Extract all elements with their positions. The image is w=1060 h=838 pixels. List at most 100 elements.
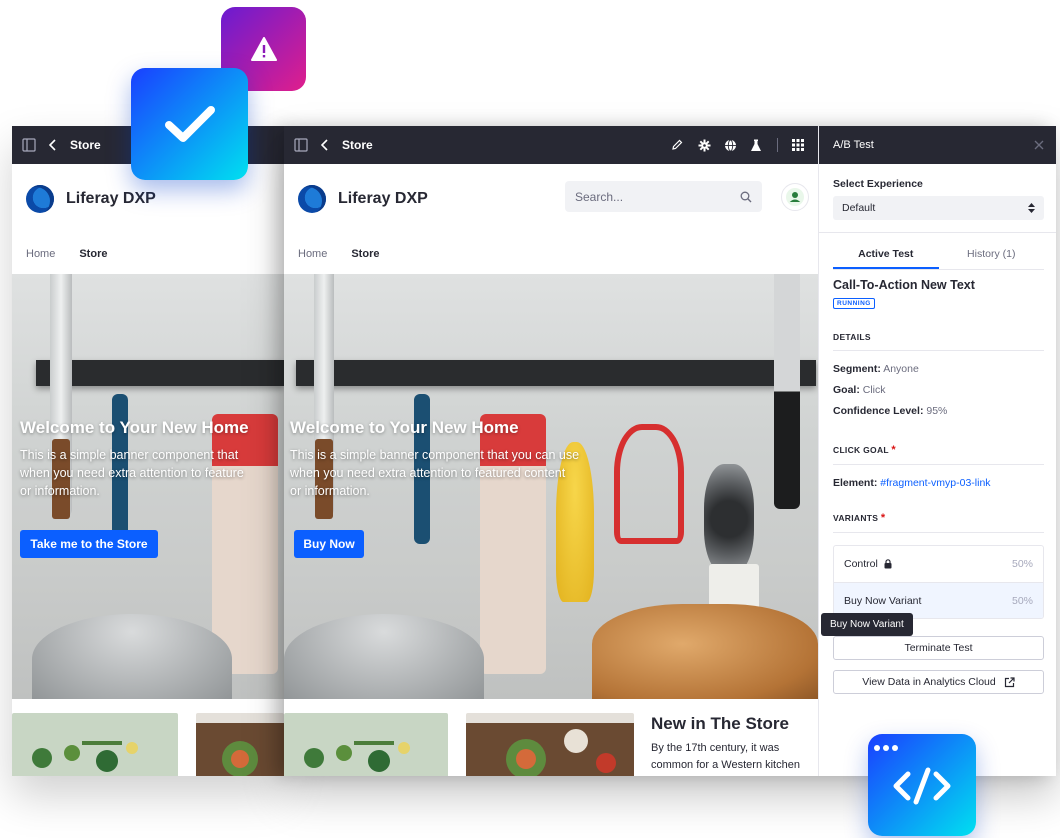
experience-select[interactable]: Default (833, 196, 1044, 220)
required-mark: * (880, 512, 886, 524)
variants-caption-text: VARIANTS (833, 513, 879, 523)
status-badge: RUNNING (833, 298, 875, 309)
experience-section: Select Experience Default (833, 178, 1044, 220)
code-badge (868, 734, 976, 836)
experience-select-value: Default (842, 202, 876, 214)
nav-store[interactable]: Store (351, 248, 379, 260)
right-nav: Home Store (298, 234, 403, 274)
check-icon (164, 106, 215, 142)
bowl-image (32, 614, 232, 699)
left-cards (12, 699, 284, 776)
details-section: DETAILS Segment: Anyone Goal: Click Conf… (833, 332, 1044, 422)
back-chevron-icon[interactable] (46, 139, 60, 151)
variant-control[interactable]: Control 50% (834, 546, 1043, 582)
bowl-image (284, 614, 484, 699)
terminate-test-button[interactable]: Terminate Test (833, 636, 1044, 660)
detail-row: Confidence Level: 95% (833, 401, 1044, 422)
variant-percentage: 50% (1011, 558, 1033, 570)
click-goal-section: CLICK GOAL * Element: #fragment-vmyp-03-… (833, 444, 1044, 494)
store-text: By the 17th century, it was common for a… (651, 740, 826, 774)
right-topbar: Store (284, 126, 818, 164)
hero-text: This is a simple banner component that y… (290, 446, 650, 500)
gear-icon[interactable] (691, 139, 717, 152)
sidebar-toggle-icon[interactable] (12, 138, 46, 152)
detail-row: Goal: Click (833, 380, 1044, 401)
warning-icon (250, 37, 277, 61)
view-data-button[interactable]: View Data in Analytics Cloud (833, 670, 1044, 694)
panel-tabs: Active Test History (1) (833, 240, 1044, 270)
stage: Store Liferay DXP Home Store Welcome to … (0, 0, 1060, 838)
view-data-label: View Data in Analytics Cloud (862, 676, 996, 688)
knife-rail (296, 360, 816, 386)
back-chevron-icon[interactable] (318, 139, 332, 151)
panel-header: A/B Test (819, 126, 1056, 164)
ab-test-panel: A/B Test Select Experience Default Activ… (818, 126, 1056, 776)
variant-name-wrap: Control (844, 558, 892, 570)
details-list: Segment: Anyone Goal: Click Confidence L… (833, 359, 1044, 422)
sidebar-toggle-icon[interactable] (284, 138, 318, 152)
element-key: Element: (833, 477, 878, 489)
flask-icon[interactable] (743, 139, 769, 152)
nav-store[interactable]: Store (79, 248, 107, 260)
left-window: Store Liferay DXP Home Store Welcome to … (12, 126, 284, 776)
store-heading: New in The Store (651, 714, 789, 733)
take-me-to-store-button[interactable]: Take me to the Store (20, 530, 158, 558)
element-row: Element: #fragment-vmyp-03-link (833, 473, 1044, 494)
topbar-divider (777, 138, 778, 152)
vegetables-image (284, 713, 448, 776)
left-nav: Home Store (26, 234, 131, 274)
detail-value: 95% (926, 405, 948, 417)
lock-icon (884, 559, 892, 569)
variant-name: Control (844, 558, 878, 570)
code-icon (874, 745, 951, 805)
hero-text-line: when you need extra attention to feature (20, 466, 244, 480)
details-caption: DETAILS (833, 332, 1044, 351)
search-icon[interactable] (740, 191, 752, 203)
check-badge (131, 68, 248, 180)
required-mark: * (891, 444, 896, 456)
test-summary: Call-To-Action New Text RUNNING (833, 278, 1044, 310)
hero-text-line: This is a simple banner component that y… (290, 448, 580, 462)
left-hero: Welcome to Your New Home This is a simpl… (12, 274, 284, 699)
nav-home[interactable]: Home (298, 248, 327, 260)
variant-tooltip: Buy Now Variant (821, 613, 913, 636)
tabs-section: Active Test History (1) (833, 240, 1044, 270)
buy-now-button[interactable]: Buy Now (294, 530, 364, 558)
liferay-logo-icon (26, 185, 54, 213)
user-avatar[interactable] (781, 183, 809, 211)
select-experience-label: Select Experience (833, 178, 923, 190)
external-link-icon (1004, 676, 1015, 687)
hero-title: Welcome to Your New Home (20, 418, 249, 437)
close-icon[interactable] (1034, 140, 1044, 150)
tab-history[interactable]: History (1) (939, 240, 1045, 269)
knife-rail (36, 360, 284, 386)
pencil-icon[interactable] (663, 139, 691, 151)
food-image (466, 713, 634, 776)
hero-text-line: This is a simple banner component that (20, 448, 239, 462)
select-arrows-icon (1028, 203, 1035, 213)
variants-caption: VARIANTS * (833, 512, 1044, 533)
hero-text-line: or information. (290, 484, 370, 498)
tab-active-test[interactable]: Active Test (833, 240, 939, 269)
store-text-line: By the 17th century, it was (651, 742, 780, 754)
food-image (196, 713, 284, 776)
hero-text-line: when you need extra attention to feature… (290, 466, 566, 480)
brand-name: Liferay DXP (338, 190, 428, 207)
user-icon (786, 188, 804, 206)
search-input[interactable]: Search... (565, 181, 762, 212)
nav-home[interactable]: Home (26, 248, 55, 260)
hero-text: This is a simple banner component that w… (20, 446, 284, 500)
right-brand: Liferay DXP (298, 164, 428, 234)
globe-icon[interactable] (717, 139, 743, 152)
hero-title: Welcome to Your New Home (290, 418, 519, 437)
detail-value: Anyone (883, 363, 919, 375)
brand-name: Liferay DXP (66, 190, 156, 207)
apps-grid-icon[interactable] (786, 139, 810, 151)
hero-text-line: or information. (20, 484, 100, 498)
liferay-logo-icon (298, 185, 326, 213)
bread-image (592, 604, 818, 699)
search-placeholder: Search... (575, 189, 624, 204)
detail-row: Segment: Anyone (833, 359, 1044, 380)
detail-key: Goal: (833, 384, 860, 396)
element-link[interactable]: #fragment-vmyp-03-link (880, 477, 990, 489)
